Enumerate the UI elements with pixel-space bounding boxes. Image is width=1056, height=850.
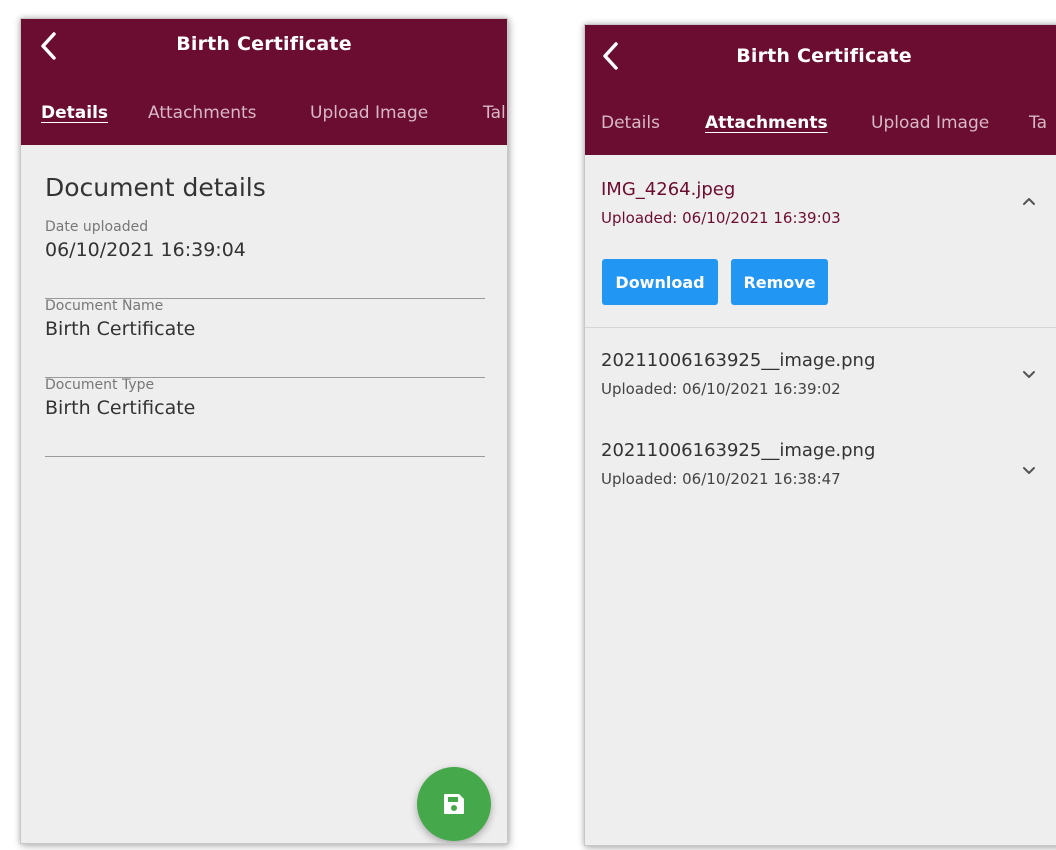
tab-attachments[interactable]: Attachments bbox=[148, 103, 257, 123]
field-value[interactable]: Birth Certificate bbox=[45, 318, 195, 340]
section-title: Document details bbox=[45, 173, 266, 202]
field-label: Date uploaded bbox=[45, 219, 149, 235]
tab-truncated[interactable]: Tal bbox=[483, 103, 506, 123]
page-title: Birth Certificate bbox=[736, 45, 912, 67]
chevron-down-icon[interactable] bbox=[1021, 368, 1037, 380]
field-value[interactable]: Birth Certificate bbox=[45, 397, 195, 419]
save-icon bbox=[444, 794, 464, 814]
attachment-name: IMG_4264.jpeg bbox=[601, 179, 736, 200]
attachment-uploaded: Uploaded: 06/10/2021 16:38:47 bbox=[601, 470, 841, 488]
tab-upload-image[interactable]: Upload Image bbox=[310, 103, 428, 123]
details-screen: Birth Certificate Details Attachments Up… bbox=[20, 18, 508, 844]
remove-button[interactable]: Remove bbox=[731, 259, 828, 305]
document-type-field[interactable]: Document Type Birth Certificate bbox=[45, 377, 485, 457]
tab-truncated[interactable]: Ta bbox=[1029, 113, 1047, 133]
attachments-screen: Birth Certificate Details Attachments Up… bbox=[584, 24, 1056, 846]
field-value: 06/10/2021 16:39:04 bbox=[45, 239, 246, 261]
tab-details[interactable]: Details bbox=[601, 113, 660, 133]
date-uploaded-field: Date uploaded 06/10/2021 16:39:04 bbox=[45, 219, 485, 299]
attachment-item[interactable]: 20211006163925__image.png Uploaded: 06/1… bbox=[585, 418, 1056, 508]
download-button[interactable]: Download bbox=[602, 259, 718, 305]
attachment-uploaded: Uploaded: 06/10/2021 16:39:03 bbox=[601, 209, 841, 227]
field-label: Document Type bbox=[45, 377, 155, 393]
app-bar: Birth Certificate Details Attachments Up… bbox=[585, 25, 1056, 155]
field-label: Document Name bbox=[45, 298, 164, 314]
attachment-uploaded: Uploaded: 06/10/2021 16:39:02 bbox=[601, 380, 841, 398]
attachment-name: 20211006163925__image.png bbox=[601, 440, 876, 461]
attachment-name: 20211006163925__image.png bbox=[601, 350, 876, 371]
tab-details[interactable]: Details bbox=[41, 103, 108, 123]
chevron-up-icon[interactable] bbox=[1021, 195, 1037, 207]
tab-attachments[interactable]: Attachments bbox=[705, 113, 828, 133]
attachment-item[interactable]: 20211006163925__image.png Uploaded: 06/1… bbox=[585, 328, 1056, 418]
attachment-item[interactable]: IMG_4264.jpeg Uploaded: 06/10/2021 16:39… bbox=[585, 155, 1056, 327]
chevron-down-icon[interactable] bbox=[1021, 464, 1037, 476]
app-bar: Birth Certificate Details Attachments Up… bbox=[21, 19, 507, 145]
page-title: Birth Certificate bbox=[176, 33, 352, 55]
document-name-field[interactable]: Document Name Birth Certificate bbox=[45, 298, 485, 378]
save-button[interactable] bbox=[417, 767, 491, 841]
tab-upload-image[interactable]: Upload Image bbox=[871, 113, 989, 133]
